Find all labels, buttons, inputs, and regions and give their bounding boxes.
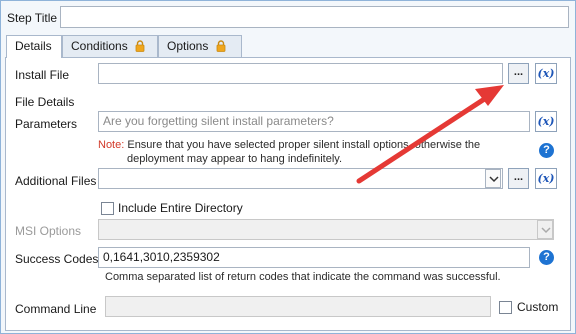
tab-details[interactable]: Details — [6, 35, 62, 58]
step-editor-window: Step Title Details Conditions Options In… — [0, 0, 576, 334]
annotation-arrow-icon — [356, 85, 504, 184]
tab-details-label: Details — [15, 39, 52, 53]
